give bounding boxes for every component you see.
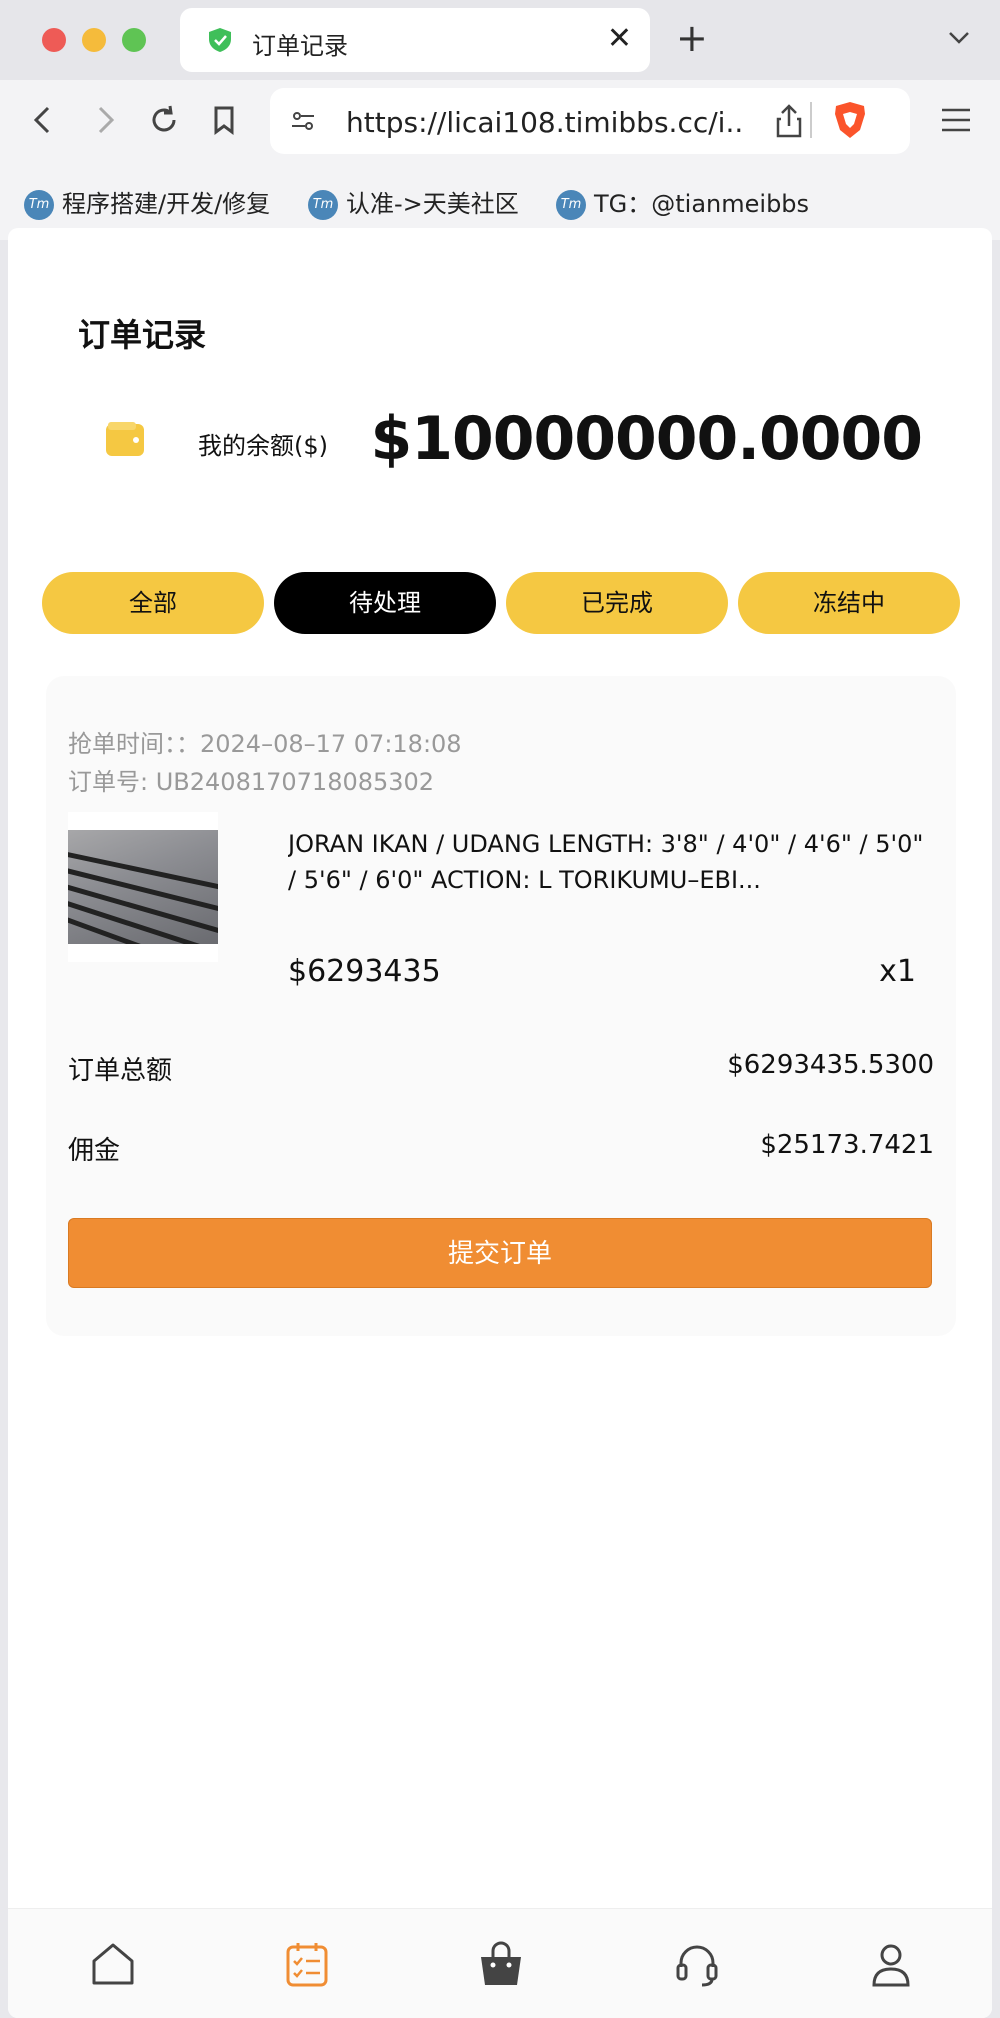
home-icon[interactable] (88, 1939, 138, 1989)
bookmark-icon[interactable] (204, 100, 244, 140)
hamburger-menu-icon[interactable] (936, 100, 976, 140)
order-card: 抢单时间：：2024–08–17 07:18:08 订单号: UB2408170… (46, 676, 956, 1336)
tab-pending[interactable]: 待处理 (274, 572, 496, 634)
fishing-rods-photo (68, 830, 218, 944)
window-minimize-button[interactable] (82, 28, 106, 52)
share-icon[interactable] (772, 102, 806, 140)
url-text: https://licai108.timibbs.cc/i... (346, 106, 746, 139)
tm-icon: Tm (556, 190, 586, 220)
tm-icon: Tm (308, 190, 338, 220)
balance-value: $10000000.0000 (370, 404, 923, 474)
order-total-label: 订单总额 (68, 1056, 173, 1086)
tab-close-icon[interactable]: ✕ (607, 22, 632, 56)
support-headset-icon[interactable] (672, 1939, 722, 1989)
bookmark-item[interactable]: Tm 认准->天美社区 (308, 184, 519, 220)
unit-price: $6293435 (288, 954, 441, 989)
tab-all[interactable]: 全部 (42, 572, 264, 634)
grab-time: 抢单时间：：2024–08–17 07:18:08 (68, 724, 462, 759)
shop-bag-icon[interactable] (476, 1939, 526, 1989)
reload-icon[interactable] (144, 100, 184, 140)
browser-tab-active[interactable]: 订单记录 ✕ (180, 8, 650, 72)
site-settings-icon[interactable] (288, 106, 318, 136)
bookmark-label: 程序搭建/开发/修复 (62, 190, 271, 218)
bookmark-item[interactable]: Tm TG：@tianmeibbs (556, 184, 809, 220)
back-icon[interactable] (24, 100, 64, 140)
divider (810, 102, 812, 138)
bookmark-label: 认准->天美社区 (346, 190, 519, 218)
shield-check-icon (209, 28, 231, 52)
tab-completed[interactable]: 已完成 (506, 572, 728, 634)
tab-frozen[interactable]: 冻结中 (738, 572, 960, 634)
brave-shields-icon[interactable] (832, 100, 868, 140)
bookmark-label: TG：@tianmeibbs (594, 190, 810, 218)
bookmarks-bar: Tm 程序搭建/开发/修复 Tm 认准->天美社区 Tm TG：@tianmeibbs (0, 172, 1000, 228)
quantity: x1 (879, 954, 916, 989)
grab-time-label: 抢单时间： (68, 730, 176, 758)
commission-label: 佣金 (68, 1136, 121, 1166)
orders-icon[interactable] (282, 1939, 332, 1989)
bottom-navigation (8, 1908, 992, 2018)
tab-title: 订单记录 (252, 32, 348, 60)
product-name: JORAN IKAN / UDANG LENGTH: 3'8" / 4'0" /… (288, 830, 924, 894)
bookmark-item[interactable]: Tm 程序搭建/开发/修复 (24, 184, 270, 220)
submit-order-button[interactable]: 提交订单 (68, 1218, 932, 1288)
forward-icon[interactable] (84, 100, 124, 140)
tm-icon: Tm (24, 190, 54, 220)
profile-icon[interactable] (866, 1939, 916, 1989)
new-tab-button[interactable]: + (676, 16, 708, 60)
order-number-label: 订单号: (68, 768, 149, 796)
window-close-button[interactable] (42, 28, 66, 52)
window-zoom-button[interactable] (122, 28, 146, 52)
product-image (68, 812, 218, 962)
order-number-value: UB2408170718085302 (155, 768, 435, 796)
browser-toolbar: https://licai108.timibbs.cc/i... Tm 程序搭建/… (0, 80, 1000, 240)
address-bar[interactable]: https://licai108.timibbs.cc/i... (270, 88, 910, 154)
order-number: 订单号: UB2408170718085302 (68, 762, 434, 797)
order-status-tabs: 全部 待处理 已完成 冻结中 (42, 572, 960, 634)
chevron-down-icon[interactable] (944, 22, 974, 52)
grab-time-value: ：2024–08–17 07:18:08 (176, 730, 462, 758)
web-page: 订单记录 我的余额($) $10000000.0000 全部 待处理 已完成 冻… (8, 228, 992, 2018)
page-title: 订单记录 (78, 316, 207, 354)
order-total-value: $6293435.5300 (727, 1050, 934, 1080)
browser-tab-bar: 订单记录 ✕ + (0, 0, 1000, 80)
commission-value: $25173.7421 (760, 1130, 934, 1160)
wallet-icon (106, 422, 144, 456)
balance-label: 我的余额($) (198, 432, 328, 460)
